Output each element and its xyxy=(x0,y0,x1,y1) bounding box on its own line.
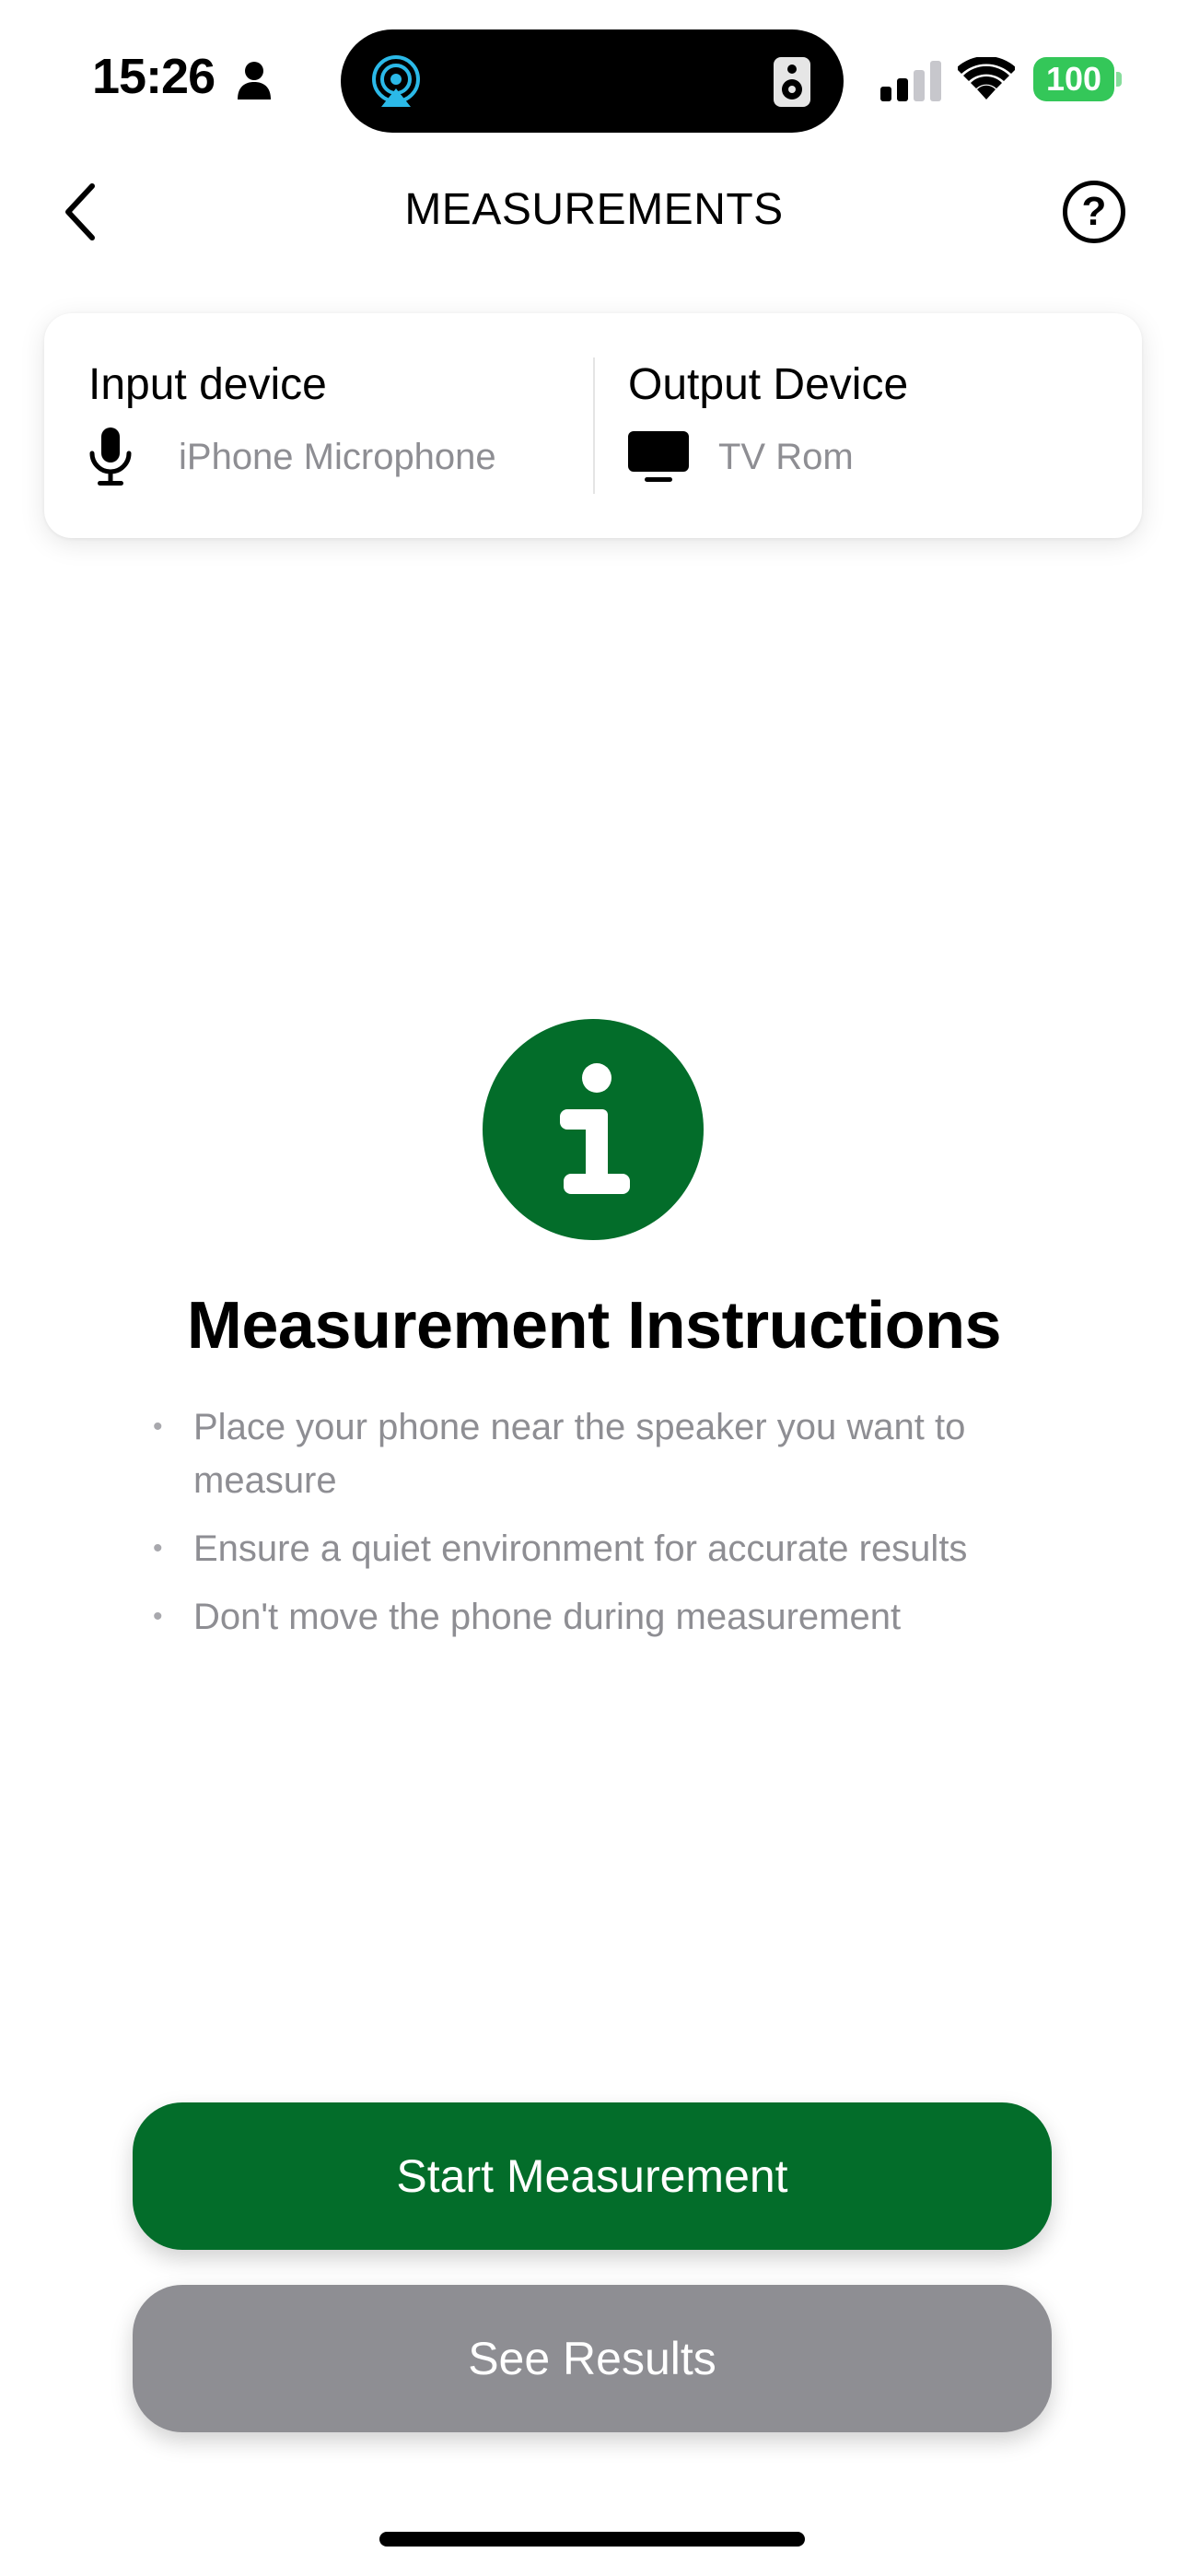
info-icon xyxy=(483,1019,704,1240)
bullet-dot: • xyxy=(153,1411,163,1442)
list-item: • Place your phone near the speaker you … xyxy=(153,1400,1065,1507)
list-item: • Ensure a quiet environment for accurat… xyxy=(153,1522,1065,1575)
start-measurement-button[interactable]: Start Measurement xyxy=(133,2102,1052,2250)
navigation-bar: MEASUREMENTS ? xyxy=(0,166,1188,258)
output-device-heading: Output Device xyxy=(628,360,909,409)
device-card: Input device iPhone Microphone Output De… xyxy=(44,313,1142,538)
wifi-icon xyxy=(958,57,1015,100)
cellular-signal-icon xyxy=(880,61,941,101)
instruction-text: Ensure a quiet environment for accurate … xyxy=(193,1528,968,1569)
bullet-dot: • xyxy=(153,1601,163,1632)
input-device-row: iPhone Microphone xyxy=(88,427,496,486)
airplay-icon xyxy=(372,55,420,107)
input-device-heading: Input device xyxy=(88,360,327,409)
bullet-dot: • xyxy=(153,1533,163,1563)
help-button[interactable]: ? xyxy=(1063,181,1125,243)
battery-level: 100 xyxy=(1033,57,1114,101)
measurements-screen: 15:26 100 MEASUREMENTS ? Input device iP… xyxy=(0,0,1188,2576)
person-icon xyxy=(238,62,271,100)
dynamic-island[interactable] xyxy=(341,29,844,133)
page-title: MEASUREMENTS xyxy=(404,185,784,234)
output-device-name: TV Rom xyxy=(718,436,854,477)
list-item: • Don't move the phone during measuremen… xyxy=(153,1590,1065,1644)
output-device-row: TV Rom xyxy=(628,427,854,486)
battery-icon: 100 xyxy=(1033,57,1122,101)
home-indicator[interactable] xyxy=(379,2532,805,2547)
input-device-name: iPhone Microphone xyxy=(179,436,496,477)
tv-icon xyxy=(628,427,694,486)
instruction-text: Don't move the phone during measurement xyxy=(193,1597,902,1637)
instructions-list: • Place your phone near the speaker you … xyxy=(153,1400,1065,1658)
status-bar: 15:26 100 xyxy=(0,0,1188,147)
instructions-title: Measurement Instructions xyxy=(186,1289,1002,1363)
output-device-selector[interactable]: Output Device TV Rom xyxy=(628,313,1107,538)
device-divider xyxy=(593,357,595,494)
see-results-button[interactable]: See Results xyxy=(133,2285,1052,2432)
input-device-selector[interactable]: Input device iPhone Microphone xyxy=(88,313,586,538)
question-mark-icon: ? xyxy=(1081,189,1107,234)
status-time: 15:26 xyxy=(92,49,215,104)
battery-cap xyxy=(1116,72,1122,87)
instruction-text: Place your phone near the speaker you wa… xyxy=(193,1407,966,1501)
speaker-icon xyxy=(774,57,810,107)
microphone-icon xyxy=(88,427,155,486)
